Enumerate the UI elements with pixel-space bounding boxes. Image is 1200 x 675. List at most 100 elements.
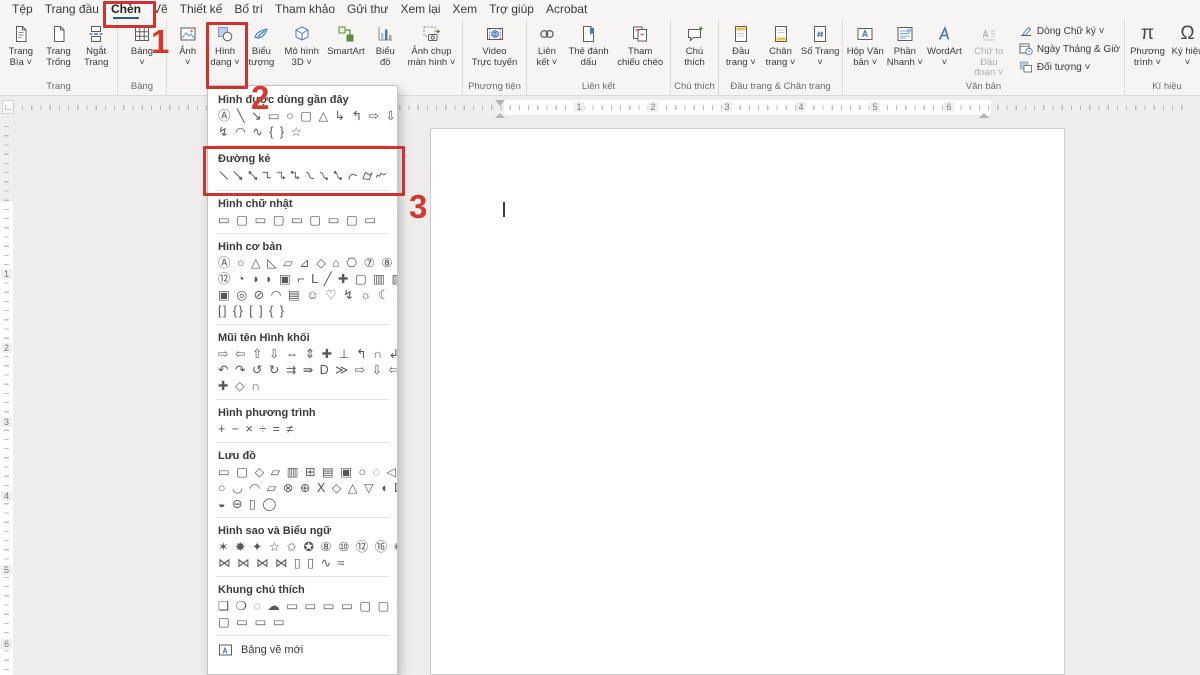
ribbon: Trang Bìa ˅ Trang Trống Ngắt Trang Trang	[0, 19, 1200, 96]
equation-button[interactable]: π Phương trình ˅	[1127, 20, 1168, 68]
footer-button[interactable]: Chân trang ˅	[761, 20, 801, 68]
shapes-button[interactable]: Hình dạng ˅	[206, 20, 243, 68]
pictures-button[interactable]: Ảnh ˅	[169, 20, 206, 68]
shape-row[interactable]: [] {} [ ] { }	[218, 303, 387, 319]
curved-arrow-connector-icon[interactable]	[318, 169, 330, 182]
tab-xem[interactable]: Xem	[446, 0, 483, 19]
quick-parts-button[interactable]: Phần Nhanh ˅	[886, 20, 925, 68]
tab-xem-lai[interactable]: Xem lại	[394, 0, 446, 19]
chart-button[interactable]: Biểu đồ	[368, 20, 403, 68]
signature-line-button[interactable]: Dòng Chữ ký ˅	[1019, 24, 1120, 38]
section-callouts: Khung chú thích ❏ ❍ ◌ ☁ ▭ ▭ ▭ ▭ ▢ ▢ ▢ ▢ …	[208, 579, 397, 633]
button-label: Phần Nhanh ˅	[887, 47, 923, 68]
table-icon	[132, 23, 152, 45]
tab-tro-giup[interactable]: Trợ giúp	[483, 0, 540, 19]
shape-row[interactable]: ✶ ✸ ✦ ☆ ✩ ✪ ⑧ ⑩ ⑫ ⑯ ✺ ✹	[218, 539, 387, 555]
shape-row[interactable]: ▭ ▢ ◇ ▱ ▥ ⊞ ▤ ▣ ○ ◌ ◁ ▽	[218, 464, 387, 480]
menu-divider	[216, 517, 389, 518]
header-button[interactable]: Đầu trang ˅	[721, 20, 761, 68]
shape-row[interactable]: ⋈ ⋈ ⋈ ⋈ ▯ ▯ ∿ ≈	[218, 555, 387, 571]
cover-page-button[interactable]: Trang Bìa ˅	[2, 20, 40, 68]
button-label: Ngắt Trang	[84, 47, 108, 68]
shape-row[interactable]: Ⓐ ○ △ ◺ ▱ ⊿ ◇ ⌂ ⎔ ⑦ ⑧ ⑩	[218, 255, 387, 271]
link-button[interactable]: Liên kết ˅	[529, 20, 565, 68]
cross-reference-button[interactable]: Tham chiếu chéo	[612, 20, 668, 68]
button-label: Liên kết ˅	[536, 47, 557, 68]
tab-ve[interactable]: Vẽ	[147, 0, 174, 19]
page-number-icon	[810, 23, 830, 45]
button-label: Trang Bìa ˅	[9, 47, 33, 68]
object-button[interactable]: Đối tượng ˅	[1019, 60, 1120, 74]
menu-divider	[216, 635, 389, 636]
freeform-icon[interactable]	[361, 169, 373, 182]
shape-row[interactable]: ✚ ◇ ∩	[218, 378, 387, 394]
bookmark-button[interactable]: Thẻ đánh dấu	[565, 20, 613, 68]
right-indent-marker[interactable]	[979, 108, 989, 118]
tab-tep[interactable]: Tệp	[6, 0, 39, 19]
shape-row[interactable]: ○ ◡ ◠ ▱ ⊗ ⊕ Ⅹ ◇ △ ▽ ◖ D	[218, 480, 387, 496]
shape-row[interactable]: ↯ ◠ ∿ { } ☆	[218, 124, 387, 140]
3d-models-button[interactable]: Mô hình 3D ˅	[279, 20, 324, 68]
shape-row[interactable]: ⑫ ◔ ◑ ◗ ▣ ⌐ L ╱ ✚ ▢ ▥ ▧	[218, 271, 387, 287]
tab-trang-dau[interactable]: Trang đầu	[39, 0, 105, 19]
button-label: Biểu tượng	[249, 47, 275, 68]
curved-double-arrow-connector-icon[interactable]	[332, 169, 344, 182]
line-icon[interactable]	[218, 169, 230, 182]
tab-bo-tri[interactable]: Bố trí	[228, 0, 269, 19]
wordart-button[interactable]: WordArt ˅	[924, 20, 965, 68]
shape-row[interactable]: ⇨ ⇦ ⇧ ⇩ ⇔ ⇕ ✚ ⊥ ↰ ∩ ↲ ↳	[218, 346, 387, 362]
page-number-button[interactable]: Số Trang ˅	[800, 20, 840, 68]
smartart-button[interactable]: SmartArt	[324, 20, 367, 58]
shape-row[interactable]: ↶ ↷ ↺ ↻ ⇉ ⇛ D ≫ ⇨ ⇩ ⇦ ⇧	[218, 362, 387, 378]
shape-row[interactable]: ▢ ▭ ▭ ▭	[218, 614, 387, 630]
button-label: WordArt ˅	[927, 47, 962, 68]
curved-connector-icon[interactable]	[304, 169, 316, 182]
shape-row[interactable]: Ⓐ ╲ ↘ ▭ ○ ▢ △ ↳ ↰ ⇨ ⇩ ◔	[218, 108, 387, 124]
shape-row[interactable]: + − × ÷ = ≠	[218, 421, 387, 437]
online-video-button[interactable]: Video Trực tuyến	[465, 20, 524, 68]
elbow-arrow-connector-icon[interactable]	[275, 169, 287, 182]
ruler-number: 1	[574, 102, 584, 112]
shape-row[interactable]: ▣ ◎ ⊘ ◠ ▤ ☺ ♡ ↯ ☼ ☾ ☁ ◜	[218, 287, 387, 303]
shape-row[interactable]: ▭ ▢ ▭ ▢ ▭ ▢ ▭ ▢ ▭	[218, 212, 387, 228]
shape-row[interactable]: ◒ ⊖ ▯ ◯	[218, 496, 387, 512]
icons-button[interactable]: Biểu tượng	[244, 20, 279, 68]
document-page[interactable]	[430, 128, 1065, 675]
date-time-button[interactable]: Ngày Tháng & Giờ	[1019, 42, 1120, 56]
button-label: Biểu đồ	[376, 47, 395, 68]
blank-page-button[interactable]: Trang Trống	[40, 20, 78, 68]
text-box-button[interactable]: Hộp Văn bản ˅	[845, 20, 886, 68]
curve-icon[interactable]	[347, 169, 359, 182]
ribbon-group-chu-thich: Chú thích Chú thích	[671, 19, 719, 95]
tab-tham-khao[interactable]: Tham khảo	[269, 0, 341, 19]
horizontal-ruler[interactable]: 1 2 3 4 5 6	[14, 100, 1186, 115]
double-arrow-icon[interactable]	[247, 169, 259, 182]
quick-parts-icon	[895, 23, 915, 45]
shape-row[interactable]: ❏ ❍ ◌ ☁ ▭ ▭ ▭ ▭ ▢ ▢ ▢ ▢	[218, 598, 387, 614]
menu-divider	[216, 190, 389, 191]
symbol-button[interactable]: Ω Ký hiệu ˅	[1168, 20, 1200, 68]
tab-acrobat[interactable]: Acrobat	[540, 0, 593, 19]
new-drawing-canvas-item[interactable]: Bảng vẽ mới	[208, 638, 397, 661]
group-label-dau-chan-trang: Đầu trang & Chân trang	[721, 79, 840, 95]
table-button[interactable]: Bảng ˅	[120, 20, 164, 68]
screenshot-button[interactable]: Ảnh chụp màn hình ˅	[403, 20, 460, 68]
elbow-connector-icon[interactable]	[261, 169, 273, 182]
tab-chen[interactable]: Chèn	[105, 0, 147, 19]
vertical-ruler[interactable]: 1 2 3 4 5 6	[0, 118, 13, 675]
arrow-icon[interactable]	[232, 169, 244, 182]
comment-button[interactable]: Chú thích	[673, 20, 716, 68]
bird-icon	[251, 23, 271, 45]
scribble-icon[interactable]	[375, 169, 387, 182]
hanging-indent-marker[interactable]	[495, 108, 505, 118]
tab-gui-thu[interactable]: Gửi thư	[341, 0, 394, 19]
page-break-button[interactable]: Ngắt Trang	[77, 20, 115, 68]
ribbon-group-phuong-tien: Video Trực tuyến Phương tiện	[463, 19, 527, 95]
button-label: Mô hình 3D ˅	[285, 47, 319, 68]
section-stars-banners: Hình sao và Biểu ngữ ✶ ✸ ✦ ☆ ✩ ✪ ⑧ ⑩ ⑫ ⑯…	[208, 520, 397, 574]
tab-stop-selector[interactable]: ∟	[2, 100, 14, 114]
elbow-double-arrow-connector-icon[interactable]	[289, 169, 301, 182]
tab-thiet-ke[interactable]: Thiết kế	[174, 0, 229, 19]
drop-cap-button[interactable]: Chữ to Đầu đoạn ˅	[965, 20, 1013, 79]
cube-3d-icon	[292, 23, 312, 45]
